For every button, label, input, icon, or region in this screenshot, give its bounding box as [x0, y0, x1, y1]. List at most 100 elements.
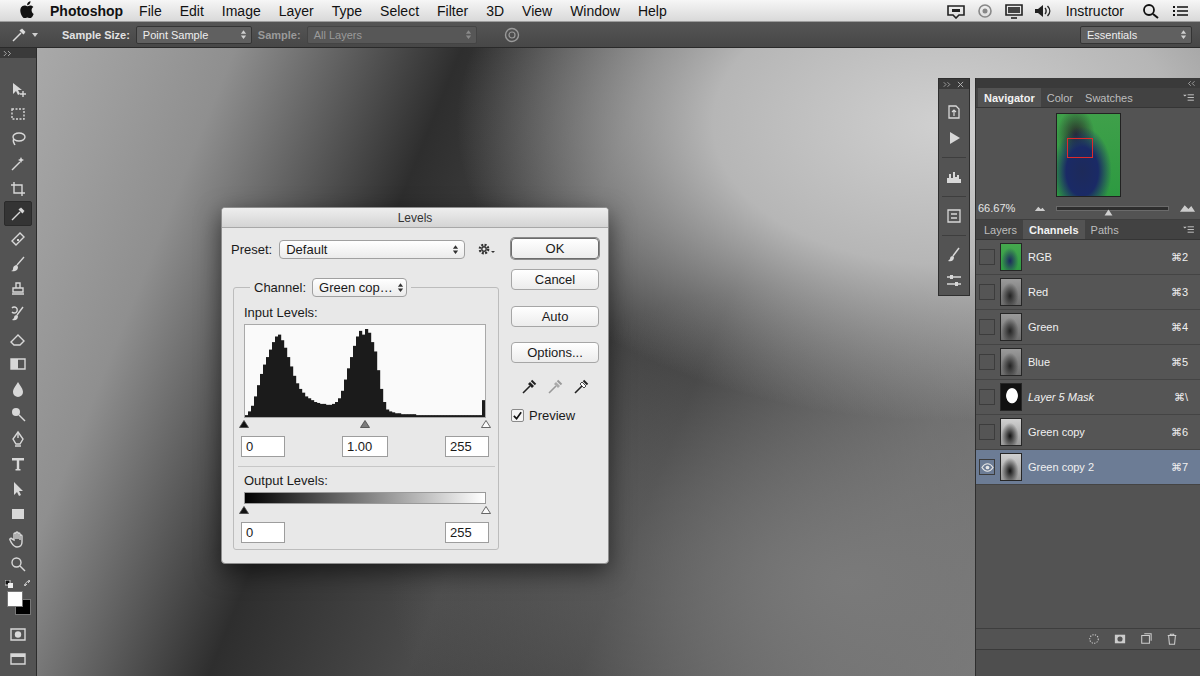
- sync-icon[interactable]: [975, 3, 995, 19]
- visibility-toggle[interactable]: [979, 459, 995, 475]
- output-level-field[interactable]: 0: [241, 522, 285, 543]
- visibility-toggle[interactable]: [979, 284, 995, 300]
- tools-panel-header[interactable]: [0, 48, 36, 58]
- save-selection-icon[interactable]: [1114, 633, 1126, 645]
- dock-button[interactable]: [941, 203, 967, 229]
- zoom-field[interactable]: 66.67%: [978, 202, 1034, 214]
- dock-button[interactable]: [941, 125, 967, 151]
- panel-column-header[interactable]: [976, 78, 1200, 88]
- zoom-in-icon[interactable]: [1179, 203, 1196, 213]
- channel-row[interactable]: Blue ⌘5: [976, 345, 1200, 380]
- panel-tab[interactable]: Paths: [1085, 220, 1125, 239]
- menu-item[interactable]: Edit: [171, 3, 213, 19]
- panel-tab[interactable]: Navigator: [978, 88, 1041, 107]
- tool-button[interactable]: [4, 476, 32, 501]
- load-selection-icon[interactable]: [1088, 633, 1100, 645]
- panel-tab[interactable]: Color: [1041, 88, 1079, 107]
- channel-row[interactable]: RGB ⌘2: [976, 240, 1200, 275]
- input-slider-handle[interactable]: [481, 420, 491, 428]
- output-slider-handle[interactable]: [239, 506, 249, 514]
- input-level-field[interactable]: 1.00: [342, 436, 388, 457]
- menu-item[interactable]: Help: [629, 3, 676, 19]
- dialog-button[interactable]: OK: [511, 238, 599, 259]
- input-slider[interactable]: [244, 419, 486, 429]
- visibility-toggle[interactable]: [979, 319, 995, 335]
- tool-button[interactable]: [4, 301, 32, 326]
- zoom-slider-thumb[interactable]: [1104, 209, 1113, 216]
- tool-button[interactable]: [4, 226, 32, 251]
- navigator-thumbnail[interactable]: [1056, 113, 1121, 197]
- preview-checkbox-row[interactable]: Preview: [511, 408, 599, 423]
- input-slider-handle[interactable]: [360, 420, 370, 428]
- input-level-field[interactable]: 0: [241, 436, 285, 457]
- notification-list-icon[interactable]: [1170, 3, 1190, 19]
- dock-button[interactable]: [941, 164, 967, 190]
- tool-button[interactable]: [4, 151, 32, 176]
- white-point-eyedropper-icon[interactable]: [573, 379, 589, 395]
- sampling-ring-icon[interactable]: [503, 26, 521, 44]
- output-slider-handle[interactable]: [481, 506, 491, 514]
- preview-checkbox[interactable]: [511, 409, 524, 422]
- tool-button[interactable]: [4, 426, 32, 451]
- volume-icon[interactable]: [1033, 3, 1053, 19]
- channel-row[interactable]: Red ⌘3: [976, 275, 1200, 310]
- menu-item[interactable]: Select: [371, 3, 428, 19]
- gray-point-eyedropper-icon[interactable]: [547, 379, 563, 395]
- dialog-button[interactable]: Options...: [511, 342, 599, 363]
- tool-button[interactable]: [4, 526, 32, 551]
- dock-button[interactable]: [941, 242, 967, 268]
- tool-button[interactable]: [4, 451, 32, 476]
- tool-button[interactable]: [4, 201, 32, 226]
- tool-button[interactable]: [4, 551, 32, 576]
- view-box[interactable]: [1067, 138, 1093, 158]
- sample-size-select[interactable]: Point Sample: [136, 26, 252, 44]
- output-slider[interactable]: [244, 505, 486, 515]
- tool-button[interactable]: [4, 126, 32, 151]
- dialog-button[interactable]: Cancel: [511, 269, 599, 290]
- dock-button[interactable]: [941, 268, 967, 294]
- visibility-toggle[interactable]: [979, 424, 995, 440]
- panel-menu-icon[interactable]: [1182, 225, 1195, 234]
- panel-menu-icon[interactable]: [1182, 93, 1195, 102]
- tool-button[interactable]: [4, 326, 32, 351]
- screen-mode-icon[interactable]: [9, 650, 27, 668]
- quick-mask-icon[interactable]: [9, 625, 27, 643]
- search-icon[interactable]: [1141, 3, 1161, 19]
- tool-button[interactable]: [4, 101, 32, 126]
- visibility-toggle[interactable]: [979, 354, 995, 370]
- tool-button[interactable]: [4, 251, 32, 276]
- new-channel-icon[interactable]: [1140, 633, 1152, 645]
- swap-colors-icon[interactable]: [24, 580, 32, 588]
- tool-button[interactable]: [4, 401, 32, 426]
- preset-select[interactable]: Default: [279, 240, 465, 259]
- dialog-button[interactable]: Auto: [511, 306, 599, 327]
- input-level-field[interactable]: 255: [445, 436, 489, 457]
- cast-icon[interactable]: [946, 3, 966, 19]
- tool-button[interactable]: [4, 76, 32, 101]
- menu-item[interactable]: 3D: [477, 3, 513, 19]
- dock-button[interactable]: [941, 99, 967, 125]
- workspace-select[interactable]: Essentials: [1080, 26, 1192, 44]
- menu-item[interactable]: Window: [561, 3, 629, 19]
- input-slider-handle[interactable]: [239, 420, 249, 428]
- panel-tab[interactable]: Swatches: [1079, 88, 1139, 107]
- tool-preset-picker[interactable]: [8, 26, 56, 44]
- tool-button[interactable]: [4, 376, 32, 401]
- tool-button[interactable]: [4, 351, 32, 376]
- trash-icon[interactable]: [1166, 633, 1178, 645]
- dialog-title-bar[interactable]: Levels: [222, 208, 608, 228]
- visibility-toggle[interactable]: [979, 249, 995, 265]
- zoom-out-icon[interactable]: [1034, 205, 1046, 212]
- gear-icon[interactable]: [477, 242, 497, 256]
- menu-item[interactable]: Type: [323, 3, 371, 19]
- user-name[interactable]: Instructor: [1066, 3, 1124, 19]
- channel-row[interactable]: Layer 5 Mask ⌘\: [976, 380, 1200, 415]
- menu-item[interactable]: Image: [213, 3, 270, 19]
- menu-item[interactable]: View: [513, 3, 561, 19]
- panel-tab[interactable]: Channels: [1023, 220, 1085, 239]
- menu-item[interactable]: File: [130, 3, 171, 19]
- channel-select[interactable]: Green cop…: [312, 278, 407, 297]
- foreground-color-swatch[interactable]: [7, 591, 23, 607]
- output-level-field[interactable]: 255: [445, 522, 489, 543]
- black-point-eyedropper-icon[interactable]: [521, 379, 537, 395]
